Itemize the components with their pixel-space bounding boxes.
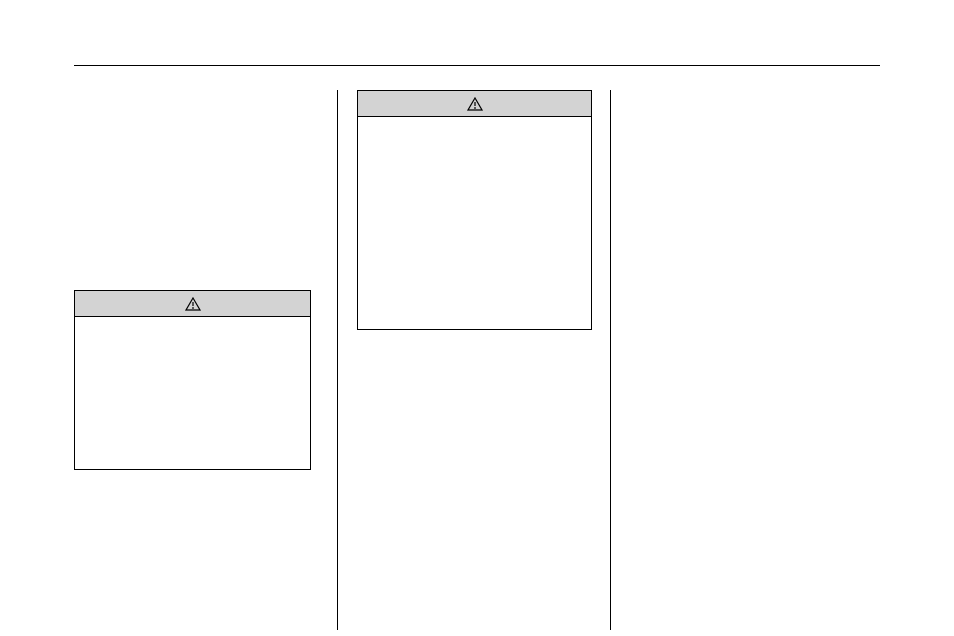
warning-box xyxy=(357,90,592,330)
warning-box-body xyxy=(358,117,591,129)
warning-box-header xyxy=(75,291,310,317)
column-divider xyxy=(337,90,338,630)
warning-triangle-icon xyxy=(185,297,201,311)
horizontal-rule xyxy=(74,65,880,66)
page xyxy=(0,0,954,636)
warning-box xyxy=(74,290,311,470)
column-divider xyxy=(610,90,611,630)
warning-box-body xyxy=(75,317,310,329)
warning-triangle-icon xyxy=(467,97,483,111)
warning-box-header xyxy=(358,91,591,117)
